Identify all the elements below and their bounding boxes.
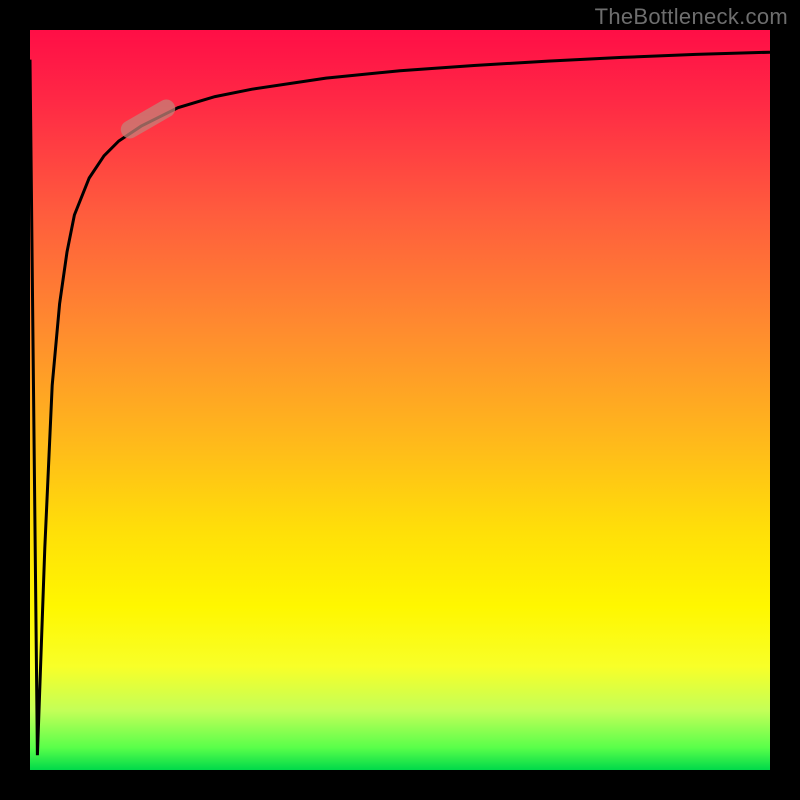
chart-frame: TheBottleneck.com — [0, 0, 800, 800]
curve-line — [30, 52, 770, 755]
bottleneck-curve — [30, 30, 770, 770]
watermark-text: TheBottleneck.com — [595, 4, 788, 30]
